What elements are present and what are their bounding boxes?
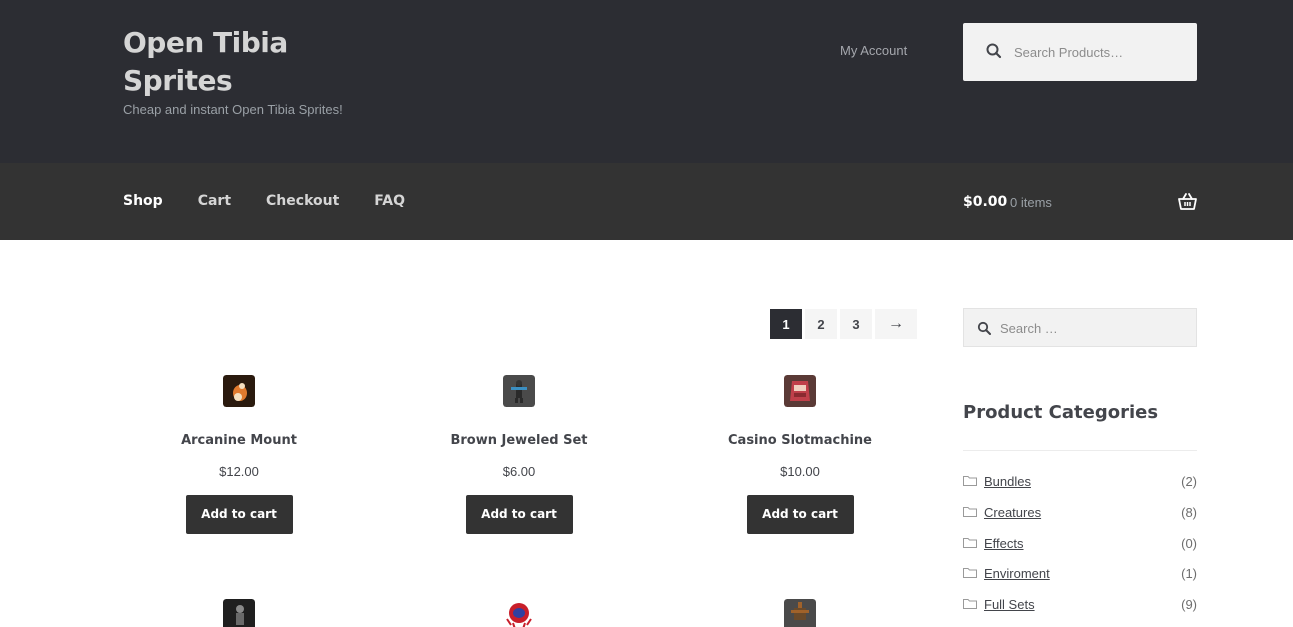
product-image-link[interactable] [399,375,639,407]
product-title[interactable]: Brown Jeweled Set [399,433,639,448]
folder-icon [963,537,977,548]
nav-item-checkout[interactable]: Checkout [266,193,339,209]
header-top: Open Tibia Sprites Cheap and instant Ope… [0,0,1293,163]
search-icon [986,43,1002,59]
folder-icon [963,506,977,517]
pagination: 1 2 3 → [770,309,917,339]
page-3-link[interactable]: 3 [840,309,872,339]
product-title[interactable]: Arcanine Mount [119,433,359,448]
sidebar-search-box [963,308,1197,347]
category-item-effects: Effects (0) [963,536,1197,567]
nav-item-shop[interactable]: Shop [123,193,163,209]
basket-icon[interactable] [1178,193,1197,211]
product-card: Brown Jeweled Set $6.00 Add to cart [399,375,639,534]
category-list: Bundles (2) Creatures (8) Effects (0) En… [963,474,1197,627]
category-count: (9) [1181,597,1197,612]
product-categories-heading: Product Categories [963,402,1159,423]
primary-nav-bar: Shop Cart Checkout FAQ $0.00 0 items [0,163,1293,240]
add-to-cart-button[interactable]: Add to cart [465,495,573,534]
folder-icon [963,599,977,609]
site-header: Open Tibia Sprites Cheap and instant Ope… [0,0,1293,240]
folder-icon [963,568,977,579]
product-card [399,599,639,627]
category-item-full-sets: Full Sets (9) [963,597,1197,627]
site-title-line1: Open Tibia [123,26,288,59]
site-title-line2: Sprites [123,64,233,97]
header-search-box [963,23,1197,81]
nav-item-faq[interactable]: FAQ [374,193,405,209]
add-to-cart-button[interactable]: Add to cart [746,495,854,534]
product-card: Arcanine Mount $12.00 Add to cart [119,375,359,534]
category-count: (2) [1181,474,1197,489]
my-account-link[interactable]: My Account [840,43,907,58]
category-count: (1) [1181,566,1197,582]
product-thumbnail[interactable] [784,599,816,627]
site-logo-link[interactable]: Open Tibia Sprites [123,24,323,100]
site-tagline: Cheap and instant Open Tibia Sprites! [123,102,343,117]
category-link[interactable]: Enviroment [984,566,1050,581]
cart-item-count[interactable]: 0 items [1010,195,1052,210]
product-card [680,599,920,627]
product-title[interactable]: Casino Slotmachine [680,433,920,448]
category-item-enviroment: Enviroment (1) [963,566,1197,597]
product-image-link[interactable] [680,375,920,407]
category-link[interactable]: Full Sets [984,597,1035,612]
product-image-link[interactable] [119,375,359,407]
header-search-input[interactable] [1014,41,1184,63]
divider [963,450,1197,451]
category-count: (0) [1181,535,1197,551]
product-thumbnail[interactable] [503,599,535,627]
category-count: (8) [1181,504,1197,520]
product-thumbnail[interactable] [223,599,255,627]
product-price: $12.00 [219,464,259,479]
category-link[interactable]: Effects [984,536,1024,551]
folder-icon [963,476,977,486]
category-item-creatures: Creatures (8) [963,505,1197,536]
cart-total[interactable]: $0.00 [963,194,1007,210]
page-1-current: 1 [770,309,802,339]
search-icon [977,321,991,335]
category-link[interactable]: Bundles [984,474,1031,489]
product-thumbnail [784,375,816,407]
add-to-cart-button[interactable]: Add to cart [185,495,293,534]
product-price: $6.00 [502,464,536,479]
category-item-bundles: Bundles (2) [963,474,1197,505]
product-card [119,599,359,627]
page-2-link[interactable]: 2 [805,309,837,339]
product-thumbnail [503,375,535,407]
nav-item-cart[interactable]: Cart [198,193,231,209]
product-price: $10.00 [780,464,820,479]
primary-navigation: Shop Cart Checkout FAQ [123,193,440,209]
sidebar-search-input[interactable] [1000,319,1180,337]
product-thumbnail [223,375,255,407]
category-link[interactable]: Creatures [984,505,1041,520]
next-page-link[interactable]: → [875,309,917,339]
product-card: Casino Slotmachine $10.00 Add to cart [680,375,920,534]
